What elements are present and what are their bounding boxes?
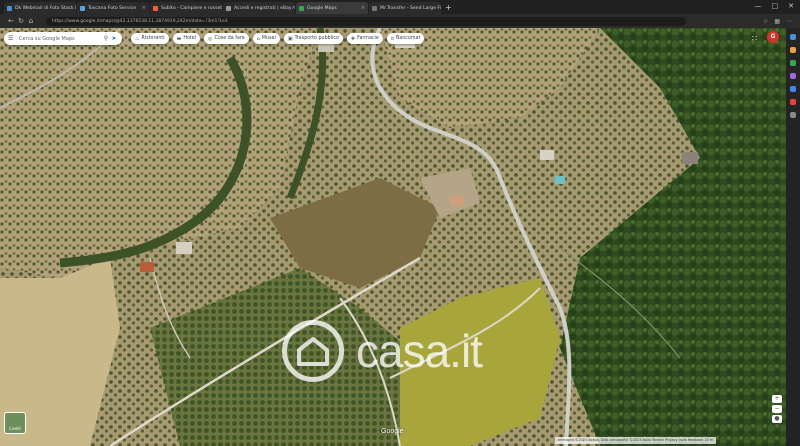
- tab-label: Dk Webmail di Foto Stock FreeRi: [15, 5, 76, 11]
- browser-tab-bar: Dk Webmail di Foto Stock FreeRi×Toscana …: [0, 0, 800, 14]
- chip-label: Trasporto pubblico: [294, 36, 339, 41]
- browser-tab[interactable]: Dk Webmail di Foto Stock FreeRi×: [4, 2, 76, 14]
- bus-icon: ▣: [287, 35, 293, 42]
- browser-tab[interactable]: Google Maps ×: [296, 2, 368, 14]
- sidebar-app-icon[interactable]: [790, 86, 796, 92]
- tab-close-icon[interactable]: ×: [142, 5, 146, 11]
- map-attribution: Immagini ©2023 Airbus, Dati cartografici…: [555, 437, 717, 444]
- tab-favicon-icon: [7, 5, 12, 11]
- museum-icon: ⌂: [256, 35, 260, 42]
- tab-close-icon[interactable]: ×: [361, 5, 365, 11]
- back-icon[interactable]: ←: [6, 17, 16, 25]
- zoom-out-button[interactable]: −: [772, 405, 782, 413]
- layers-button[interactable]: Livelli: [4, 412, 26, 434]
- menu-icon[interactable]: ☰: [8, 35, 16, 42]
- chip-label: Musei: [261, 36, 276, 41]
- star-icon[interactable]: ☆: [763, 18, 768, 25]
- atm-icon: ¤: [390, 35, 394, 42]
- avatar[interactable]: G: [767, 31, 779, 43]
- chip-musei[interactable]: ⌂ Musei: [252, 33, 280, 44]
- tab-favicon-icon: [226, 5, 231, 11]
- search-box[interactable]: ☰ Cerca su Google Maps ⚲ ➤: [4, 32, 122, 45]
- pharmacy-icon: ✚: [350, 35, 356, 42]
- tab-label: Toscana Foto Service: [88, 5, 137, 11]
- minimize-icon[interactable]: —: [755, 2, 762, 10]
- chip-label: Ristoranti: [141, 36, 165, 41]
- home-icon[interactable]: ⌂: [26, 17, 36, 25]
- chip-trasporto-pubblico[interactable]: ▣ Trasporto pubblico: [283, 33, 343, 44]
- chip-label: Farmacie: [357, 36, 379, 41]
- tab-favicon-icon: [299, 5, 304, 11]
- tab-favicon-icon: [153, 5, 158, 11]
- sidebar-app-icon[interactable]: [790, 60, 796, 66]
- refresh-icon[interactable]: ↻: [16, 17, 26, 25]
- browser-tab[interactable]: Mr.Transfer - Send Large Files A×: [369, 2, 441, 14]
- tab-label: Accedi e registrati | eBay: [234, 5, 292, 11]
- chip-label: Hotel: [183, 36, 197, 41]
- tab-favicon-icon: [372, 5, 377, 11]
- search-icon[interactable]: ⚲: [102, 35, 110, 42]
- camera-icon: ◎: [208, 35, 213, 42]
- apps-grid-icon[interactable]: ∷: [752, 34, 757, 43]
- directions-icon[interactable]: ➤: [110, 35, 118, 42]
- tab-close-icon[interactable]: ×: [292, 5, 295, 11]
- new-tab-button[interactable]: +: [445, 2, 452, 14]
- chip-cose-da-fare[interactable]: ◎ Cose da fare: [204, 33, 249, 44]
- chip-farmacie[interactable]: ✚ Farmacie: [346, 33, 383, 44]
- category-chips: ♨ Ristoranti ▬ Hotel ◎ Cose da fare ⌂ Musei ▣ Tra…: [131, 33, 425, 44]
- satellite-map[interactable]: [0, 28, 786, 446]
- close-icon[interactable]: ✕: [788, 2, 794, 10]
- sidebar-app-icon[interactable]: [790, 47, 796, 53]
- casa-watermark: casa.it: [282, 320, 483, 382]
- search-input[interactable]: Cerca su Google Maps: [19, 36, 102, 42]
- chip-hotel[interactable]: ▬ Hotel: [172, 33, 201, 44]
- bed-icon: ▬: [176, 35, 182, 42]
- satellite-imagery: [0, 28, 786, 446]
- browser-tab[interactable]: Subito - Campiere e rosseti gratis×: [150, 2, 222, 14]
- chip-bancomat[interactable]: ¤ Bancomat: [386, 33, 425, 44]
- more-icon[interactable]: ⋯: [786, 18, 792, 25]
- browser-tab[interactable]: Accedi e registrati | eBay ×: [223, 2, 295, 14]
- pegman-icon[interactable]: ●: [772, 415, 782, 423]
- url-field[interactable]: https://www.google.it/maps/@42,1376538,1…: [46, 16, 686, 26]
- browser-sidebar: [786, 28, 800, 446]
- tab-favicon-icon: [80, 5, 85, 11]
- house-logo-icon: [282, 320, 344, 382]
- watermark-text: casa.it: [356, 325, 483, 377]
- window-controls: — □ ✕: [755, 2, 795, 10]
- zoom-in-button[interactable]: +: [772, 395, 782, 403]
- zoom-controls: + − ●: [772, 395, 782, 425]
- chip-ristoranti[interactable]: ♨ Ristoranti: [131, 33, 169, 44]
- fork-knife-icon: ♨: [135, 35, 140, 42]
- tab-label: Subito - Campiere e rosseti gratis: [161, 5, 222, 11]
- sidebar-app-icon[interactable]: [790, 99, 796, 105]
- browser-tab[interactable]: Toscana Foto Service ×: [77, 2, 149, 14]
- tab-label: Google Maps: [307, 5, 337, 11]
- browser-toolbar-icons: ☆ ▦ ⋯: [763, 18, 792, 25]
- google-logo: Google: [381, 428, 404, 435]
- sidebar-app-icon[interactable]: [790, 73, 796, 79]
- sidebar-app-icon[interactable]: [790, 34, 796, 40]
- sidebar-app-icon[interactable]: [790, 112, 796, 118]
- extensions-icon[interactable]: ▦: [774, 18, 780, 25]
- tab-label: Mr.Transfer - Send Large Files A: [380, 5, 441, 11]
- chip-label: Bancomat: [396, 36, 421, 41]
- chip-label: Cose da fare: [214, 36, 245, 41]
- layers-label: Livelli: [9, 426, 21, 431]
- maximize-icon[interactable]: □: [772, 2, 779, 10]
- address-bar: ← ↻ ⌂ https://www.google.it/maps/@42,137…: [0, 14, 800, 28]
